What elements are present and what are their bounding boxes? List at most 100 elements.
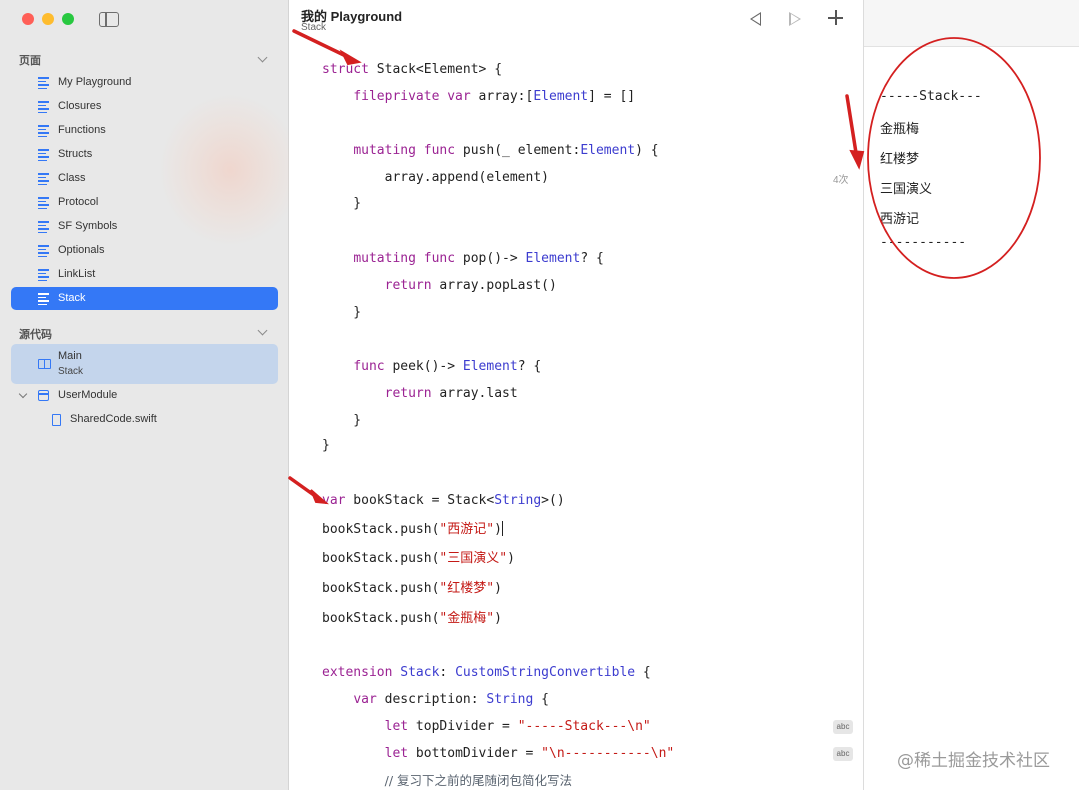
sidebar-toggle-icon[interactable]: [99, 12, 119, 27]
code-string: "金瓶梅": [439, 611, 495, 626]
code-type: Element: [462, 359, 518, 374]
code-line[interactable]: fileprivate var array:[Element] = []: [322, 89, 635, 105]
minimize-window-button[interactable]: [42, 13, 54, 25]
sidebar-page-item[interactable]: Class: [11, 167, 278, 190]
code-token: ): [494, 522, 502, 537]
sidebar-page-label: Class: [58, 172, 86, 184]
code-line[interactable]: bookStack.push("西游记"): [322, 521, 503, 538]
code-line[interactable]: let topDivider = "-----Stack---\n": [322, 719, 651, 735]
pages-section-title: 页面: [19, 55, 41, 67]
pages-collapse-chevron-icon[interactable]: [257, 52, 268, 63]
code-line[interactable]: func peek()-> Element? {: [322, 359, 541, 375]
code-line[interactable]: }: [322, 196, 361, 212]
close-window-button[interactable]: [22, 13, 34, 25]
code-editor[interactable]: 我的 Playground Stack struct Stack<Element…: [289, 0, 863, 790]
code-keyword: mutating: [353, 251, 416, 266]
sidebar-page-label: Protocol: [58, 196, 99, 208]
result-count-badge[interactable]: 4次: [833, 171, 849, 186]
code-keyword: struct: [322, 62, 369, 77]
code-keyword: var: [322, 493, 346, 508]
code-type: CustomStringConvertible: [455, 665, 636, 680]
code-token: ? {: [517, 359, 542, 374]
code-line[interactable]: var bookStack = Stack<String>(): [322, 493, 565, 509]
sidebar-page-item[interactable]: Functions: [11, 119, 278, 142]
code-line[interactable]: bookStack.push("三国演义"): [322, 551, 515, 567]
code-token: >(): [541, 493, 565, 508]
code-line[interactable]: mutating func push(_ element:Element) {: [322, 143, 658, 159]
code-keyword: let: [384, 746, 409, 761]
console-output-line: 金瓶梅: [880, 122, 920, 137]
code-token: bookStack = Stack<: [345, 493, 495, 508]
code-line[interactable]: var description: String {: [322, 692, 549, 708]
page-doc-icon: [38, 101, 49, 113]
code-token: bookStack.push(: [322, 522, 440, 537]
code-keyword: mutating: [353, 143, 416, 158]
code-line[interactable]: mutating func pop()-> Element? {: [322, 251, 604, 267]
code-string: "-----Stack---\n": [517, 719, 651, 734]
sidebar-page-item[interactable]: SF Symbols: [11, 215, 278, 238]
code-comment: // 复习下之前的尾随闭包简化写法: [384, 773, 573, 788]
code-token: array.append(element): [322, 170, 549, 185]
source-collapse-chevron-icon[interactable]: [257, 325, 268, 336]
sidebar-page-item[interactable]: My Playground: [11, 71, 278, 94]
page-doc-icon: [38, 245, 49, 257]
code-line[interactable]: bookStack.push("红楼梦"): [322, 581, 502, 597]
code-string: "红楼梦": [439, 581, 495, 596]
code-token: }: [322, 438, 330, 453]
code-keyword: let: [384, 719, 409, 734]
code-line[interactable]: return array.last: [322, 386, 518, 402]
code-line[interactable]: extension Stack: CustomStringConvertible…: [322, 665, 651, 681]
code-line[interactable]: }: [322, 413, 361, 429]
code-token: ): [494, 581, 502, 596]
code-token: }: [322, 305, 362, 320]
code-keyword: return: [384, 278, 432, 293]
add-icon[interactable]: [828, 10, 843, 25]
sidebar-page-item[interactable]: Closures: [11, 95, 278, 118]
code-token: ? {: [580, 251, 604, 266]
code-line[interactable]: array.append(element): [322, 170, 549, 186]
code-string: "三国演义": [439, 551, 508, 566]
sidebar-page-label: Optionals: [58, 244, 105, 256]
sidebar-page-item[interactable]: Stack: [11, 287, 278, 310]
zoom-window-button[interactable]: [62, 13, 74, 25]
code-token: array:[: [470, 89, 534, 104]
usermodule-disclosure-icon[interactable]: [18, 389, 28, 399]
code-token: bottomDivider =: [408, 746, 542, 761]
code-token: ): [494, 611, 502, 626]
code-keyword: var: [353, 692, 377, 707]
code-token: }: [322, 196, 362, 211]
code-line[interactable]: bookStack.push("金瓶梅"): [322, 611, 502, 627]
code-line[interactable]: }: [322, 305, 361, 321]
main-source-item[interactable]: Main Stack: [11, 344, 278, 384]
code-line[interactable]: }: [322, 438, 330, 454]
code-line[interactable]: return array.popLast(): [322, 278, 557, 294]
sidebar-page-item[interactable]: Protocol: [11, 191, 278, 214]
sidebar-page-item[interactable]: Structs: [11, 143, 278, 166]
code-token: {: [533, 692, 549, 707]
code-string: "西游记": [439, 522, 495, 537]
sharedcode-file-item[interactable]: SharedCode.swift: [70, 413, 157, 425]
usermodule-item[interactable]: UserModule: [58, 389, 117, 401]
back-icon[interactable]: [750, 12, 761, 26]
code-type: String: [486, 692, 534, 707]
console-output-line: 三国演义: [880, 182, 933, 197]
page-doc-icon: [38, 149, 49, 161]
string-result-badge[interactable]: abc: [833, 747, 853, 761]
play-icon[interactable]: [789, 12, 801, 26]
string-result-badge[interactable]: abc: [833, 720, 853, 734]
code-line[interactable]: let bottomDivider = "\n-----------\n": [322, 746, 675, 762]
sidebar-page-item[interactable]: LinkList: [11, 263, 278, 286]
code-line[interactable]: // 复习下之前的尾随闭包简化写法: [322, 773, 572, 790]
code-token: topDivider =: [408, 719, 518, 734]
sidebar-page-label: Stack: [58, 292, 86, 304]
code-token: array.last: [431, 386, 518, 401]
results-header: [864, 0, 1079, 47]
sidebar-page-item[interactable]: Optionals: [11, 239, 278, 262]
code-token: description:: [376, 692, 487, 707]
code-line[interactable]: struct Stack<Element> {: [322, 62, 502, 78]
